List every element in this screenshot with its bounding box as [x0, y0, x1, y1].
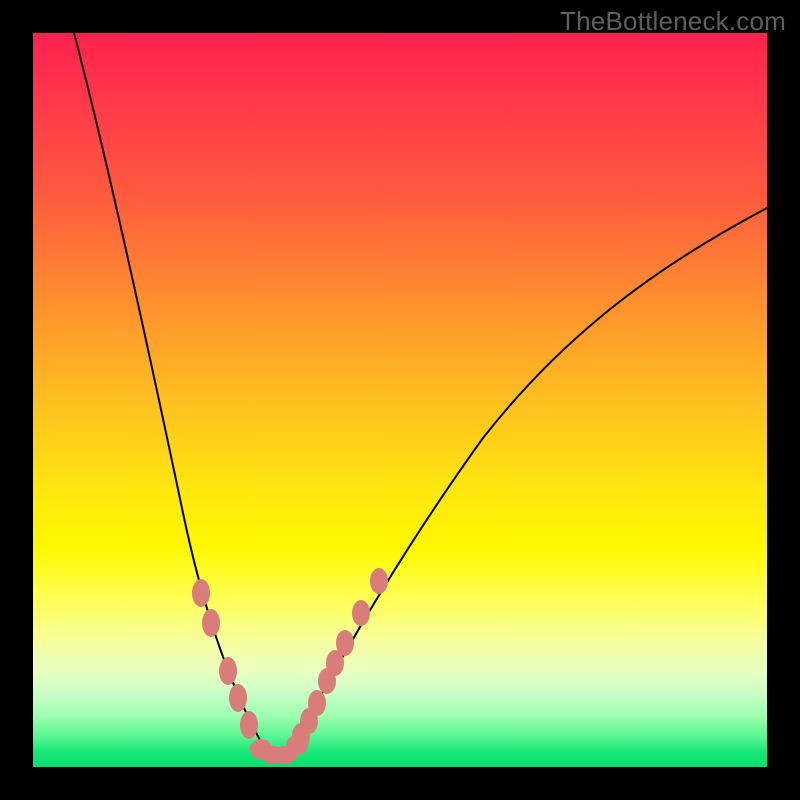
outer-frame: TheBottleneck.com [0, 0, 800, 800]
bottleneck-curve [33, 33, 767, 767]
marker-right-8 [370, 568, 388, 594]
curve-left-branch [74, 33, 265, 749]
marker-left-2 [202, 609, 220, 637]
marker-right-6 [336, 630, 354, 656]
marker-left-3 [219, 657, 237, 685]
marker-right-3 [308, 690, 326, 716]
marker-left-4 [229, 684, 247, 712]
marker-right-7 [352, 600, 370, 626]
curve-right-branch [291, 208, 767, 749]
marker-left-1 [192, 579, 210, 607]
plot-area [33, 33, 767, 767]
marker-left-5 [240, 711, 258, 739]
watermark-text: TheBottleneck.com [560, 6, 786, 37]
